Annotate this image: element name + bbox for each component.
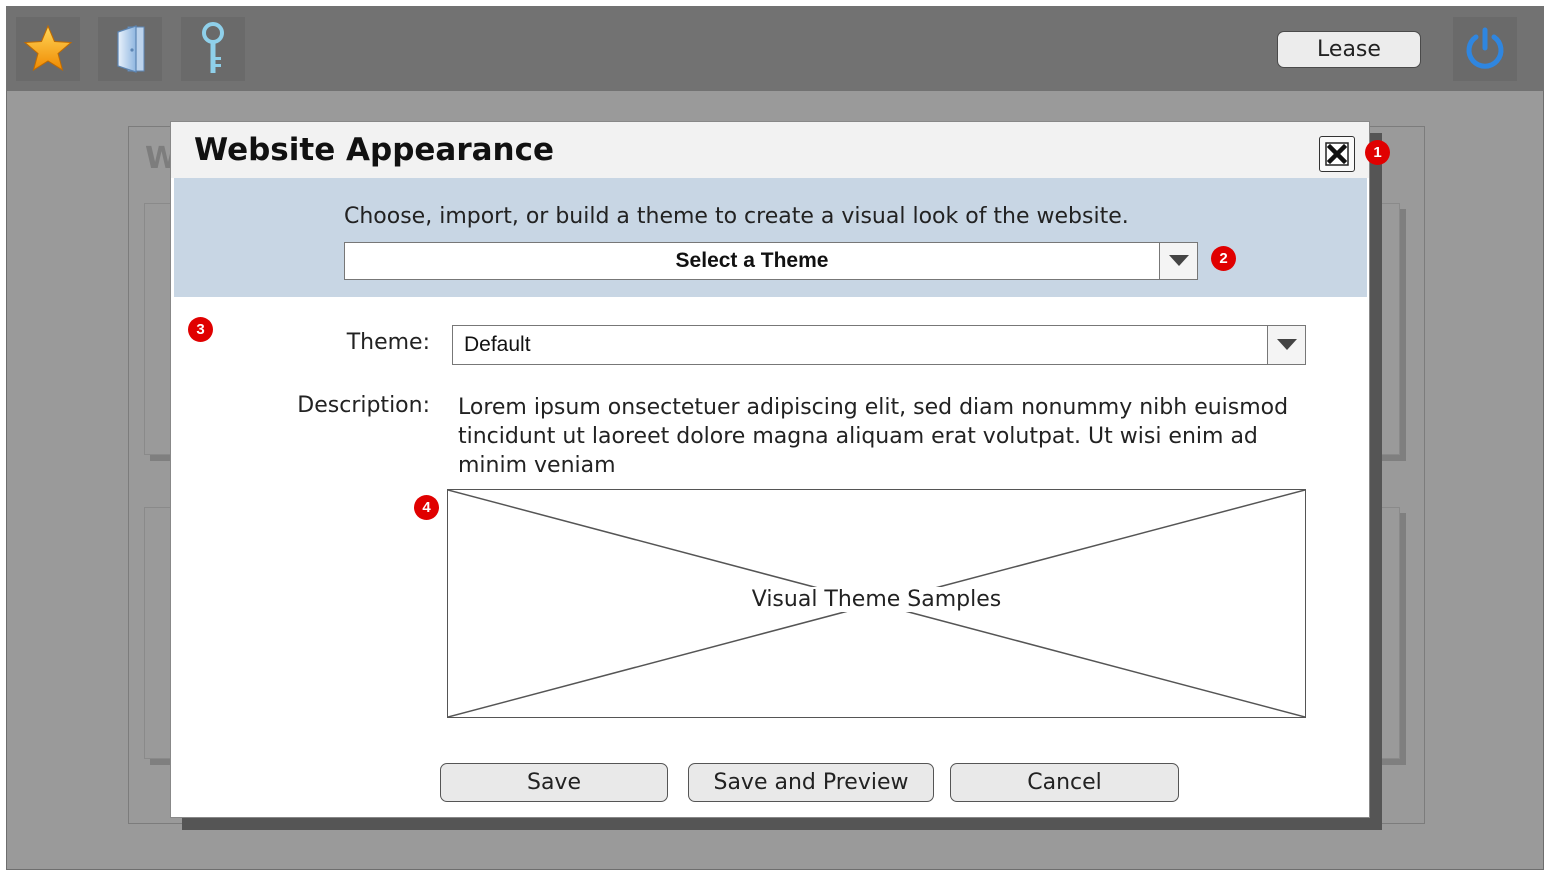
preview-label: Visual Theme Samples	[741, 587, 1012, 612]
annotation-badge: 3	[188, 317, 213, 342]
theme-label: Theme:	[346, 330, 430, 355]
cancel-button[interactable]: Cancel	[950, 763, 1179, 802]
chevron-down-icon[interactable]	[1159, 243, 1197, 279]
select-theme-value: Select a Theme	[675, 249, 829, 272]
lease-button[interactable]: Lease	[1277, 31, 1421, 68]
description-label: Description:	[297, 393, 430, 418]
website-appearance-dialog: Website Appearance Choose, import, or bu…	[170, 121, 1370, 818]
theme-dropdown[interactable]: Default	[452, 325, 1306, 365]
star-icon[interactable]	[16, 17, 80, 81]
door-icon[interactable]	[98, 17, 162, 81]
chevron-down-icon[interactable]	[1267, 326, 1305, 364]
theme-preview-placeholder: Visual Theme Samples	[447, 489, 1306, 718]
dialog-title: Website Appearance	[194, 132, 555, 168]
power-icon[interactable]	[1453, 17, 1517, 81]
close-icon	[1325, 142, 1349, 166]
theme-dropdown-value: Default	[464, 333, 531, 356]
description-text: Lorem ipsum onsectetuer adipiscing elit,…	[458, 395, 1289, 478]
top-toolbar: Lease	[6, 6, 1544, 91]
key-icon[interactable]	[181, 17, 245, 81]
annotation-badge: 4	[414, 495, 439, 520]
select-theme-dropdown[interactable]: Select a Theme	[344, 242, 1198, 280]
annotation-badge: 1	[1365, 140, 1390, 165]
banner-instructions: Choose, import, or build a theme to crea…	[344, 204, 1129, 229]
annotation-badge: 2	[1211, 246, 1236, 271]
close-button[interactable]	[1319, 136, 1355, 172]
save-and-preview-button[interactable]: Save and Preview	[688, 763, 934, 802]
save-button[interactable]: Save	[440, 763, 668, 802]
